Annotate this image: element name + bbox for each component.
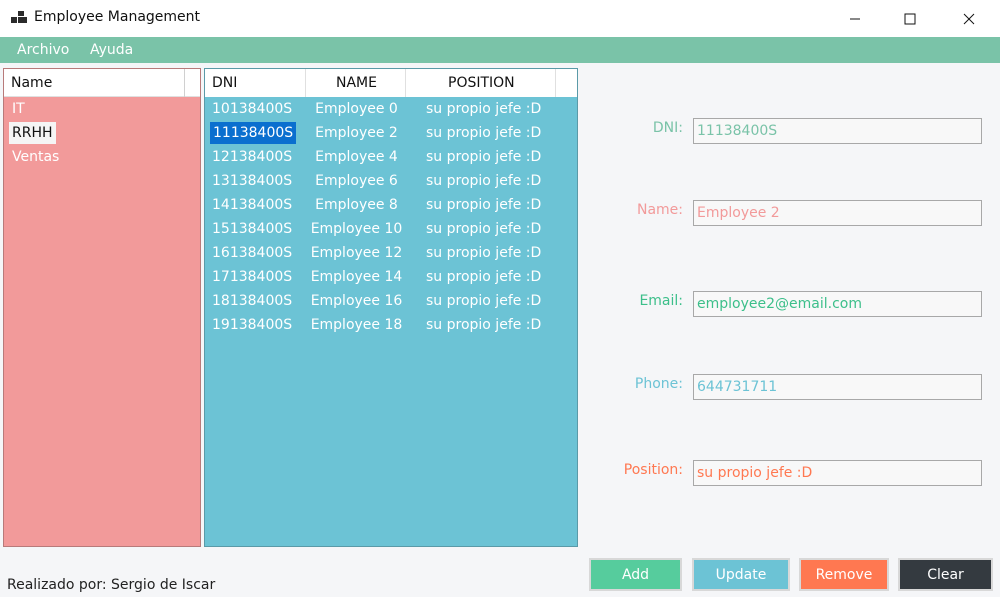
cell-name: Employee 16: [310, 293, 403, 309]
column-header-dni-label: DNI: [212, 75, 238, 91]
title-bar: Employee Management: [0, 0, 1000, 37]
cell-name: Employee 6: [315, 173, 398, 189]
column-header-position-label: POSITION: [448, 75, 515, 91]
cell-dni: 12138400S: [212, 149, 293, 165]
cell-dni: 11138400S: [210, 122, 297, 144]
cell-name: Employee 4: [315, 149, 398, 165]
cell-dni: 15138400S: [212, 221, 293, 237]
minimize-icon: [850, 18, 860, 19]
cell-position: su propio jefe :D: [426, 173, 542, 189]
window-title: Employee Management: [34, 9, 201, 25]
table-row[interactable]: 17138400S Employee 14 su propio jefe :D: [205, 266, 577, 290]
column-header-name-label: NAME: [336, 75, 377, 91]
cell-name: Employee 8: [315, 197, 398, 213]
department-name-column-header: Name: [11, 75, 53, 91]
column-header-dni[interactable]: DNI: [205, 69, 306, 97]
minimize-button[interactable]: [832, 0, 878, 37]
remove-button[interactable]: Remove: [799, 558, 889, 591]
update-button[interactable]: Update: [692, 558, 790, 591]
maximize-button[interactable]: [887, 0, 933, 37]
table-row[interactable]: 18138400S Employee 16 su propio jefe :D: [205, 290, 577, 314]
table-row[interactable]: 12138400S Employee 4 su propio jefe :D: [205, 146, 577, 170]
table-row[interactable]: 15138400S Employee 10 su propio jefe :D: [205, 218, 577, 242]
department-list-header[interactable]: Name: [4, 69, 200, 97]
close-button[interactable]: [946, 0, 992, 37]
close-icon: [963, 13, 975, 24]
cell-dni: 10138400S: [212, 101, 293, 117]
dni-field[interactable]: 11138400S: [693, 118, 982, 144]
menu-ayuda[interactable]: Ayuda: [90, 42, 133, 58]
cell-dni: 19138400S: [212, 317, 293, 333]
cell-position: su propio jefe :D: [426, 245, 542, 261]
cell-position: su propio jefe :D: [426, 149, 542, 165]
cell-position: su propio jefe :D: [426, 269, 542, 285]
cell-position: su propio jefe :D: [426, 125, 542, 141]
cell-position: su propio jefe :D: [426, 197, 542, 213]
cell-name: Employee 2: [315, 125, 398, 141]
footer-credit: Realizado por: Sergio de Iscar: [7, 577, 216, 593]
app-icon: [11, 11, 27, 23]
cell-position: su propio jefe :D: [426, 293, 542, 309]
email-field[interactable]: employee2@email.com: [693, 291, 982, 317]
position-field[interactable]: su propio jefe :D: [693, 460, 982, 486]
cell-dni: 17138400S: [212, 269, 293, 285]
cell-dni: 14138400S: [212, 197, 293, 213]
department-item-ventas[interactable]: Ventas: [9, 146, 62, 168]
cell-name: Employee 0: [315, 101, 398, 117]
table-row[interactable]: 16138400S Employee 12 su propio jefe :D: [205, 242, 577, 266]
cell-position: su propio jefe :D: [426, 317, 542, 333]
column-header-position[interactable]: POSITION: [406, 69, 556, 97]
cell-dni: 13138400S: [212, 173, 293, 189]
table-row[interactable]: 10138400S Employee 0 su propio jefe :D: [205, 98, 577, 122]
cell-dni: 18138400S: [212, 293, 293, 309]
cell-name: Employee 12: [310, 245, 403, 261]
table-row[interactable]: 13138400S Employee 6 su propio jefe :D: [205, 170, 577, 194]
cell-position: su propio jefe :D: [426, 221, 542, 237]
table-row[interactable]: 19138400S Employee 18 su propio jefe :D: [205, 314, 577, 338]
cell-dni: 16138400S: [212, 245, 293, 261]
employee-list-header: DNI NAME POSITION: [205, 69, 577, 97]
email-label: Email:: [639, 293, 683, 309]
phone-label: Phone:: [634, 376, 683, 392]
department-item-it[interactable]: IT: [9, 98, 28, 120]
column-header-name[interactable]: NAME: [306, 69, 406, 97]
menu-bar: Archivo Ayuda: [0, 37, 1000, 63]
table-row-selected[interactable]: 11138400S Employee 2 su propio jefe :D: [205, 122, 577, 146]
phone-field[interactable]: 644731711: [693, 374, 982, 400]
cell-position: su propio jefe :D: [426, 101, 542, 117]
name-label: Name:: [636, 202, 683, 218]
column-divider: [184, 69, 185, 97]
cell-name: Employee 18: [310, 317, 403, 333]
menu-archivo[interactable]: Archivo: [17, 42, 69, 58]
position-label: Position:: [623, 462, 683, 478]
name-field[interactable]: Employee 2: [693, 200, 982, 226]
dni-label: DNI:: [652, 120, 683, 136]
employee-list[interactable]: DNI NAME POSITION 10138400S Employee 0 s…: [204, 68, 578, 547]
department-list[interactable]: Name IT RRHH Ventas: [3, 68, 201, 547]
add-button[interactable]: Add: [589, 558, 682, 591]
cell-name: Employee 14: [310, 269, 403, 285]
table-row[interactable]: 14138400S Employee 8 su propio jefe :D: [205, 194, 577, 218]
cell-name: Employee 10: [310, 221, 403, 237]
clear-button[interactable]: Clear: [898, 558, 993, 591]
department-item-rrhh[interactable]: RRHH: [9, 122, 56, 144]
maximize-icon: [904, 13, 916, 24]
